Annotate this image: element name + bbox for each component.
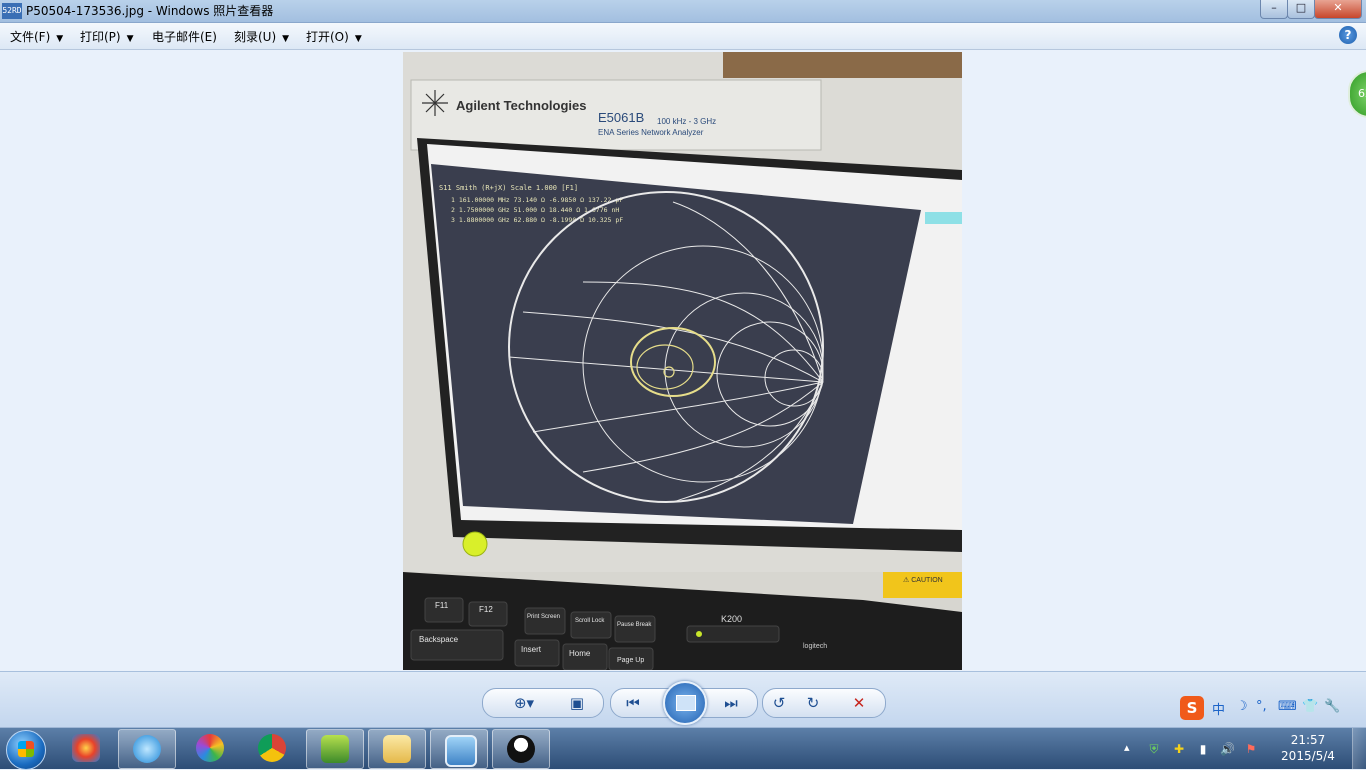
taskbar-app-3[interactable]	[182, 729, 238, 767]
multicolor-app-icon	[72, 734, 100, 762]
taskbar: ▴ ⛨ ✚ ▮ 🔊 ⚑ 21:57 2015/5/4	[0, 727, 1366, 770]
photo-viewer-icon	[445, 735, 477, 767]
photo-key-pageup: Page Up	[617, 657, 644, 664]
photo-key-f12: F12	[479, 605, 493, 614]
rotate-ccw-icon[interactable]: ↺	[768, 694, 790, 712]
photo-key-pause: Pause Break	[617, 622, 652, 628]
network-error-icon[interactable]: ⚑	[1244, 742, 1258, 756]
photo-image: Agilent Technologies E5061B 100 kHz - 3 …	[403, 52, 962, 670]
tray-expand-icon[interactable]: ▴	[1124, 741, 1130, 754]
taskbar-app-1[interactable]	[58, 729, 114, 767]
ime-moon-icon[interactable]: ☽	[1236, 699, 1248, 714]
photo-keyboard-brand: logitech	[803, 643, 827, 650]
photo-marker-row-3: 3 1.8800000 GHz 62.880 Ω -8.1990 Ω 10.32…	[451, 216, 623, 224]
pinwheel-app-icon	[196, 734, 224, 762]
photo: Agilent Technologies E5061B 100 kHz - 3 …	[403, 52, 962, 670]
show-desktop-button[interactable]	[1352, 728, 1366, 769]
photo-key-f11: F11	[435, 601, 449, 610]
photo-key-scrolllock: Scroll Lock	[575, 618, 605, 624]
photo-caution-label	[883, 572, 962, 598]
chevron-down-icon: ▼	[126, 34, 134, 44]
previous-icon[interactable]: ⏮	[622, 694, 644, 712]
close-button[interactable]: ✕	[1314, 0, 1362, 19]
ime-skin-icon[interactable]: 👕	[1302, 699, 1318, 714]
start-button[interactable]	[6, 730, 46, 770]
menu-email[interactable]: 电子邮件(E)	[152, 28, 217, 45]
slideshow-icon	[676, 695, 696, 711]
next-icon[interactable]: ⏭	[720, 694, 742, 712]
ime-punct-icon[interactable]: °,	[1256, 699, 1267, 714]
fit-window-icon[interactable]: ▣	[566, 694, 588, 712]
photo-key-home: Home	[569, 649, 591, 658]
photo-model-spec-2: ENA Series Network Analyzer	[598, 128, 704, 137]
green-app-icon	[321, 735, 349, 763]
clock-date: 2015/5/4	[1281, 749, 1335, 763]
slideshow-button[interactable]	[663, 681, 707, 725]
taskbar-app-5[interactable]	[306, 729, 364, 769]
photo-screen-header: S11 Smith (R+jX) Scale 1.000 [F1]	[439, 184, 578, 192]
photo-key-backspace: Backspace	[419, 635, 459, 644]
menu-file[interactable]: 文件(F) ▼	[10, 28, 63, 45]
shield-icon[interactable]: ⛨	[1147, 742, 1161, 756]
chevron-down-icon: ▼	[354, 34, 362, 44]
ime-keyboard-icon[interactable]: ⌨	[1278, 699, 1297, 714]
ime-mode[interactable]: 中	[1212, 699, 1225, 718]
chevron-down-icon: ▼	[282, 34, 290, 44]
title-bar: 52RD P50504-173536.jpg - Windows 照片查看器 –…	[0, 0, 1366, 23]
chevron-down-icon: ▼	[56, 34, 64, 44]
rotate-cw-icon[interactable]: ↻	[802, 694, 824, 712]
viewer-control-bar: ⊕▾ ▣ ⏮ ⏭ ↺ ↻ ✕ S 中 ☽ °, ⌨ 👕 🔧	[0, 671, 1366, 728]
menu-open-label: 打开(O)	[306, 30, 349, 44]
menu-open[interactable]: 打开(O) ▼	[306, 28, 362, 45]
photo-model: E5061B	[598, 110, 644, 125]
photo-caution-text: ⚠ CAUTION	[903, 576, 943, 584]
taskbar-explorer[interactable]	[368, 729, 426, 769]
taskbar-photo-viewer[interactable]	[430, 729, 488, 769]
minimize-button[interactable]: –	[1260, 0, 1288, 19]
delete-icon[interactable]: ✕	[848, 694, 870, 712]
menu-print[interactable]: 打印(P) ▼	[80, 28, 134, 45]
zoom-icon[interactable]: ⊕▾	[508, 694, 540, 712]
photo-key-insert: Insert	[521, 645, 542, 654]
system-clock[interactable]: 21:57 2015/5/4	[1270, 732, 1346, 764]
taskbar-chrome[interactable]	[244, 729, 300, 767]
maximize-button[interactable]: □	[1287, 0, 1315, 19]
photo-keyboard-model: K200	[721, 614, 742, 624]
menu-file-label: 文件(F)	[10, 30, 51, 44]
taskbar-qq[interactable]	[492, 729, 550, 769]
photo-power-button	[462, 531, 488, 557]
internet-explorer-icon	[133, 735, 161, 763]
window-title: P50504-173536.jpg - Windows 照片查看器	[26, 4, 274, 18]
app-icon: 52RD	[2, 3, 22, 19]
sogou-logo-icon[interactable]: S	[1180, 696, 1204, 720]
windows-logo-icon	[18, 741, 34, 757]
chrome-icon	[258, 734, 286, 762]
volume-icon[interactable]: 🔊	[1220, 742, 1235, 756]
menu-burn-label: 刻录(U)	[234, 30, 277, 44]
qq-penguin-icon	[507, 735, 535, 763]
help-icon[interactable]: ?	[1339, 26, 1357, 44]
menu-email-label: 电子邮件(E)	[152, 30, 217, 44]
menu-burn[interactable]: 刻录(U) ▼	[234, 28, 289, 45]
photo-model-spec-1: 100 kHz - 3 GHz	[657, 117, 716, 126]
photo-key-printscreen: Print Screen	[527, 614, 560, 620]
folder-icon	[383, 735, 411, 763]
taskbar-ie[interactable]	[118, 729, 176, 769]
signal-icon[interactable]: ▮	[1196, 742, 1210, 756]
photo-marker-row-1: 1 161.00000 MHz 73.140 Ω -6.9850 Ω 137.2…	[451, 196, 623, 204]
clock-time: 21:57	[1290, 733, 1326, 747]
plus-badge-icon[interactable]: ✚	[1172, 742, 1186, 756]
photo-brand: Agilent Technologies	[456, 98, 587, 113]
menu-bar: 文件(F) ▼ 打印(P) ▼ 电子邮件(E) 刻录(U) ▼ 打开(O) ▼ ?	[0, 23, 1366, 50]
menu-print-label: 打印(P)	[80, 30, 121, 44]
ime-tools-icon[interactable]: 🔧	[1324, 699, 1340, 714]
